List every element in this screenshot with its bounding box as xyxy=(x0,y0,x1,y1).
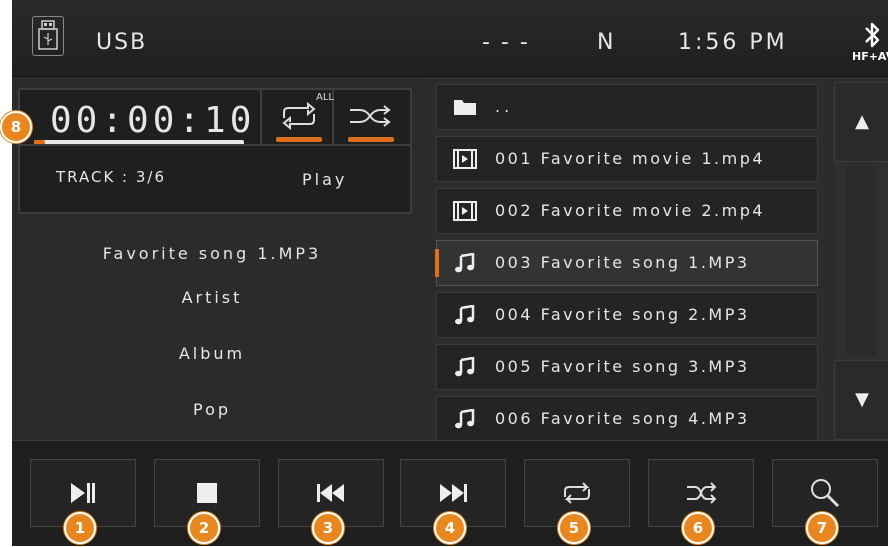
list-item-label: 004 Favorite song 2.MP3 xyxy=(495,305,750,324)
video-file-icon xyxy=(453,149,477,169)
artist-label: Artist xyxy=(181,288,243,307)
callout-badge-5: 5 xyxy=(558,512,590,544)
source-label: USB xyxy=(96,30,148,55)
shuffle-icon xyxy=(350,105,391,127)
callout-badge-4: 4 xyxy=(434,512,466,544)
song-title: Favorite song 1.MP3 xyxy=(102,244,322,263)
music-note-icon xyxy=(455,357,475,377)
list-item-label: 001 Favorite movie 1.mp4 xyxy=(495,149,766,168)
list-item-label: 005 Favorite song 3.MP3 xyxy=(495,357,750,376)
list-item-active[interactable]: 003 Favorite song 1.MP3 xyxy=(435,240,818,286)
list-item[interactable]: 006 Favorite song 4.MP3 xyxy=(436,396,818,442)
elapsed-time: 00:00:10 xyxy=(50,100,256,141)
bluetooth-status: HF+AV xyxy=(852,20,888,76)
callout-badge-7: 7 xyxy=(806,512,838,544)
repeat-all-badge: ALL xyxy=(316,92,334,103)
callout-badge-3: 3 xyxy=(312,512,344,544)
play-state: Play xyxy=(302,170,348,189)
genre-label: Pop xyxy=(192,400,232,419)
media-screen: USB - - - N 1:56 PM HF+AV 00:00:10 ALL xyxy=(12,0,888,546)
music-note-icon xyxy=(455,253,475,273)
folder-icon xyxy=(454,100,476,115)
time-box: 00:00:10 ALL TRACK: 3/6 Play xyxy=(18,88,412,214)
usb-drive-icon[interactable] xyxy=(32,16,64,56)
previous-track-icon xyxy=(317,484,344,502)
bluetooth-label: HF+AV xyxy=(852,50,888,63)
callout-badge-2: 2 xyxy=(188,512,220,544)
list-item[interactable]: 001 Favorite movie 1.mp4 xyxy=(436,136,818,182)
scroll-up-button[interactable]: ▲ xyxy=(834,82,888,162)
band-indicator: N xyxy=(597,30,616,55)
music-note-icon xyxy=(455,409,475,429)
arrow-up-icon: ▲ xyxy=(855,111,869,132)
list-item-label: 003 Favorite song 1.MP3 xyxy=(495,253,750,272)
video-file-icon xyxy=(453,201,477,221)
rds-dashes: - - - xyxy=(482,30,530,55)
shuffle-icon xyxy=(687,482,717,504)
now-playing-panel: 00:00:10 ALL TRACK: 3/6 Play Favorite s… xyxy=(12,78,425,438)
album-label: Album xyxy=(178,344,246,363)
callout-badge-1: 1 xyxy=(64,512,96,544)
parent-folder-label: .. xyxy=(495,97,514,116)
next-track-icon xyxy=(440,484,467,502)
list-item[interactable]: 002 Favorite movie 2.mp4 xyxy=(436,188,818,234)
list-item[interactable]: 004 Favorite song 2.MP3 xyxy=(436,292,818,338)
play-pause-icon xyxy=(71,483,95,503)
bluetooth-icon xyxy=(865,22,880,48)
parent-folder-item[interactable]: .. xyxy=(436,84,818,130)
callout-badge-6: 6 xyxy=(682,512,714,544)
shuffle-mode-button[interactable] xyxy=(336,90,406,142)
search-icon xyxy=(811,479,840,508)
clock: 1:56 PM xyxy=(678,30,788,55)
list-item[interactable]: 005 Favorite song 3.MP3 xyxy=(436,344,818,390)
scroll-track[interactable] xyxy=(846,166,876,356)
callout-badge-8: 8 xyxy=(0,111,32,143)
repeat-mode-button[interactable]: ALL xyxy=(264,90,334,142)
status-bar: USB - - - N 1:56 PM HF+AV xyxy=(12,0,888,77)
repeat-icon xyxy=(564,482,590,504)
scrollbar[interactable]: ▲ ▼ xyxy=(834,82,888,440)
scroll-down-button[interactable]: ▼ xyxy=(834,360,888,440)
list-item-label: 006 Favorite song 4.MP3 xyxy=(495,409,750,428)
stop-icon xyxy=(197,483,217,503)
music-note-icon xyxy=(455,305,475,325)
list-item-label: 002 Favorite movie 2.mp4 xyxy=(495,201,766,220)
track-info: TRACK : 3/6 xyxy=(56,168,167,186)
arrow-down-icon: ▼ xyxy=(855,389,869,410)
